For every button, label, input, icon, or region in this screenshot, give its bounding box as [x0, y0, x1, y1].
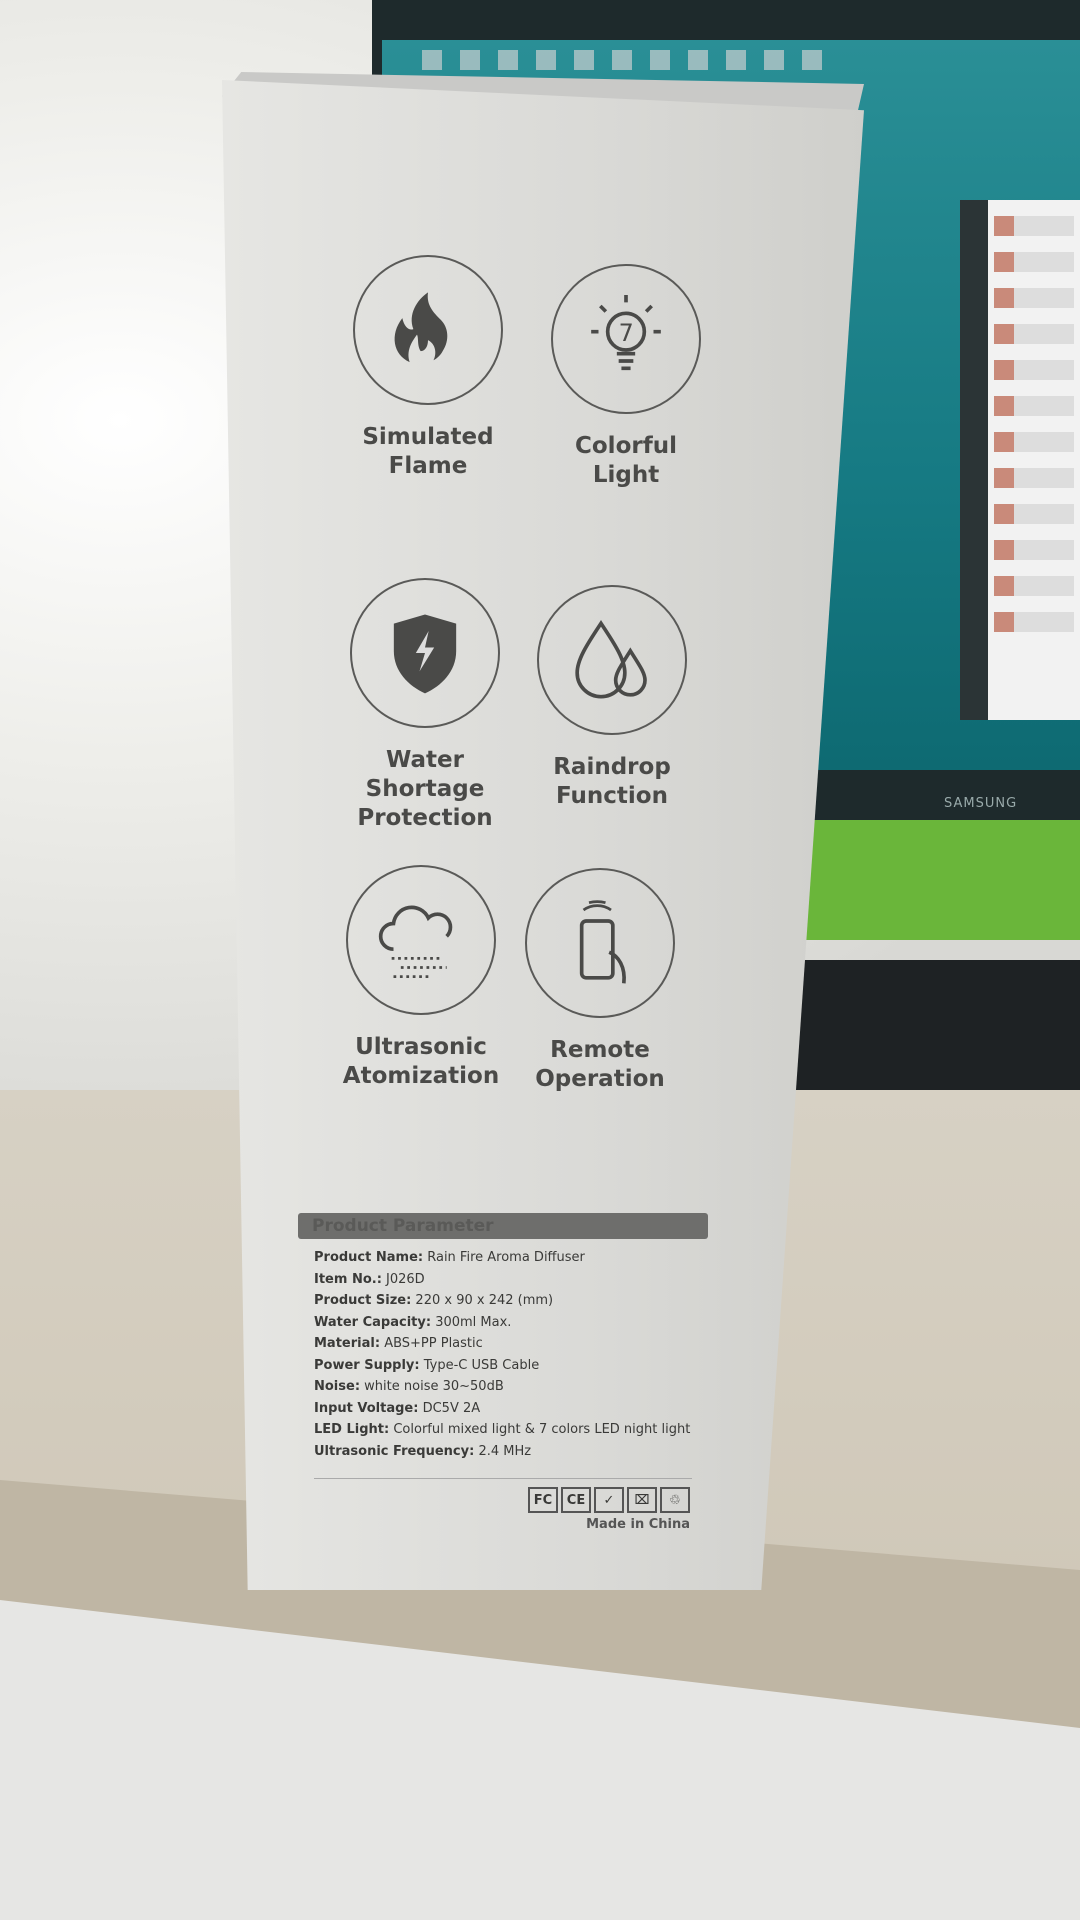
parameter-value: J026D — [386, 1271, 425, 1287]
parameter-row: Product Name: Rain Fire Aroma Diffuser — [314, 1247, 692, 1269]
parameter-key: Water Capacity: — [314, 1314, 432, 1330]
parameter-value: 2.4 MHz — [478, 1443, 532, 1459]
parameter-value: Rain Fire Aroma Diffuser — [427, 1250, 585, 1265]
cloud-mist-icon — [346, 865, 496, 1015]
divider — [314, 1478, 692, 1479]
parameter-row: Ultrasonic Frequency: 2.4 MHz — [314, 1441, 692, 1463]
parameter-key: Material: — [314, 1336, 381, 1351]
parameter-row: LED Light: Colorful mixed light & 7 colo… — [314, 1419, 692, 1441]
feature-remote-control: Remote Operation — [510, 868, 690, 1094]
certification-marks: FC CE ✓ ⌧ ♲ — [298, 1487, 708, 1513]
feature-cloud-mist: Ultrasonic Atomization — [331, 865, 511, 1091]
green-object — [800, 820, 1080, 940]
parameter-row: Water Capacity: 300ml Max. — [314, 1312, 692, 1334]
parameter-key: Product Name: — [314, 1250, 424, 1265]
feature-lightbulb-7: 7 Colorful Light — [536, 264, 716, 490]
parameter-title: Product Parameter — [298, 1213, 708, 1239]
parameter-key: Ultrasonic Frequency: — [314, 1443, 475, 1459]
remote-control-icon — [525, 868, 675, 1018]
svg-text:7: 7 — [619, 319, 634, 347]
monitor-brand: SAMSUNG — [944, 796, 1018, 811]
feature-label: Ultrasonic Atomization — [342, 1034, 500, 1089]
feature-flame: Simulated Flame — [338, 255, 518, 481]
parameter-key: Noise: — [314, 1379, 361, 1394]
parameter-value: white noise 30~50dB — [364, 1379, 504, 1394]
shield-lightning-icon — [350, 578, 500, 728]
parameter-value: 220 x 90 x 242 (mm) — [415, 1293, 554, 1308]
parameter-row: Product Size: 220 x 90 x 242 (mm) — [314, 1290, 692, 1312]
parameter-value: Colorful mixed light & 7 colors LED nigh… — [393, 1422, 691, 1437]
parameter-key: Power Supply: — [314, 1357, 420, 1373]
certification-mark-icon: FC — [528, 1487, 558, 1513]
parameter-key: LED Light: — [314, 1422, 390, 1437]
feature-label: Simulated Flame — [362, 424, 494, 479]
feature-label: Water Shortage Protection — [357, 747, 493, 831]
parameter-key: Product Size: — [314, 1293, 412, 1308]
parameter-key: Item No.: — [314, 1271, 382, 1287]
feature-label: Remote Operation — [535, 1037, 665, 1092]
certification-mark-icon: ♲ — [660, 1487, 690, 1513]
parameter-row: Input Voltage: DC5V 2A — [314, 1398, 692, 1420]
certification-mark-icon: ✓ — [594, 1487, 624, 1513]
certification-mark-icon: CE — [561, 1487, 591, 1513]
parameter-list: Product Name: Rain Fire Aroma Diffuser It… — [298, 1239, 708, 1470]
feature-shield-lightning: Water Shortage Protection — [335, 578, 515, 833]
parameter-key: Input Voltage: — [314, 1400, 419, 1416]
water-drops-icon — [537, 585, 687, 735]
flame-icon — [353, 255, 503, 405]
certification-mark-icon: ⌧ — [627, 1487, 657, 1513]
parameter-row: Power Supply: Type-C USB Cable — [314, 1355, 692, 1377]
parameter-row: Material: ABS+PP Plastic — [314, 1333, 692, 1355]
lightbulb-7-icon: 7 — [551, 264, 701, 414]
origin-label: Made in China — [586, 1517, 690, 1532]
parameter-value: 300ml Max. — [435, 1314, 512, 1330]
parameter-value: ABS+PP Plastic — [384, 1336, 483, 1351]
parameter-row: Noise: white noise 30~50dB — [314, 1376, 692, 1398]
parameter-value: DC5V 2A — [422, 1400, 481, 1416]
desktop-icons — [422, 50, 922, 78]
feature-label: Colorful Light — [575, 433, 677, 488]
chat-window — [960, 200, 1080, 720]
product-parameter-panel: Product Parameter Product Name: Rain Fir… — [298, 1213, 708, 1532]
parameter-value: Type-C USB Cable — [423, 1357, 540, 1373]
feature-label: Raindrop Function — [553, 754, 671, 809]
parameter-row: Item No.: J026D — [314, 1269, 692, 1291]
feature-water-drops: Raindrop Function — [522, 585, 702, 811]
